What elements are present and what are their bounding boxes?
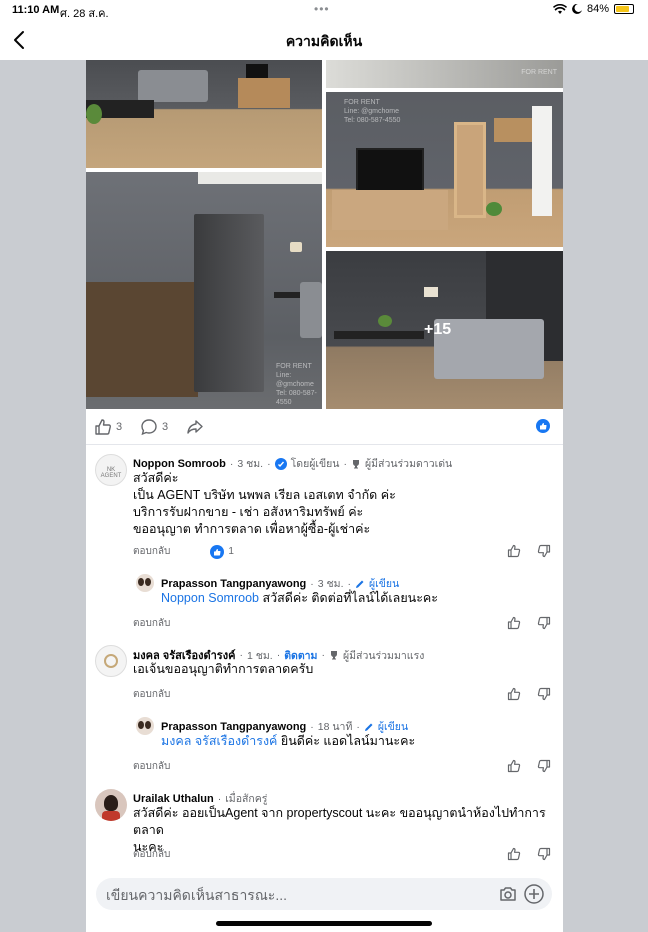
comment-input[interactable]: เขียนความคิดเห็นสาธารณะ... <box>96 878 552 910</box>
comment-count: 3 <box>162 421 169 433</box>
commenter-name[interactable]: Noppon Somroob <box>133 458 226 470</box>
reply-button[interactable]: ตอบกลับ <box>133 847 170 862</box>
mention-link[interactable]: Noppon Somroob <box>161 591 259 605</box>
camera-icon[interactable] <box>498 884 518 904</box>
page-title: ความคิดเห็น <box>285 33 363 49</box>
nav-bar: ความคิดเห็น <box>0 20 648 60</box>
upvote-icon[interactable] <box>507 847 521 861</box>
comment-text: สวัสดีค่ะ ออยเป็นAgent จาก propertyscout… <box>133 806 546 854</box>
avatar[interactable] <box>136 574 154 592</box>
downvote-icon[interactable] <box>537 759 551 773</box>
post-card: FOR RENT FOR RENT Line: @gmchome Tel: 080-… <box>86 60 563 932</box>
downvote-icon[interactable] <box>537 616 551 630</box>
photo-dining-sofa[interactable]: +15 <box>326 251 563 409</box>
share-arrow-icon <box>187 420 203 434</box>
comment-footer: ตอบกลับ <box>133 616 170 631</box>
commenter-name[interactable]: Urailak Uthalun <box>133 793 214 805</box>
pencil-icon <box>364 723 373 731</box>
photo-tv-room[interactable]: FOR RENT Line: @gmchome Tel: 080-587-4550 <box>326 92 563 247</box>
reaction-like-icon[interactable] <box>536 419 550 433</box>
multitask-dots-icon[interactable]: ••• <box>314 2 330 16</box>
downvote-icon[interactable] <box>537 687 551 701</box>
reply-button[interactable]: ตอบกลับ <box>133 616 170 631</box>
upvote-icon[interactable] <box>507 544 521 558</box>
avatar[interactable] <box>95 645 127 677</box>
avatar[interactable] <box>136 717 154 735</box>
watermark: FOR RENT <box>521 69 557 76</box>
photo-kitchen-top[interactable]: FOR RENT <box>326 60 563 88</box>
status-bar: 11:10 AM ศ. 28 ส.ค. ••• 84% <box>0 0 648 20</box>
comment-item: Urailak Uthalun · เมื่อสักครู่ สวัสดีค่ะ… <box>86 787 563 867</box>
reply-item: Prapasson Tangpanyawong · 3 ชม. · ผู้เขี… <box>86 572 563 634</box>
watermark: FOR RENT Line: @gmchome Tel: 080-587-4550 <box>344 99 401 124</box>
vote-controls <box>507 759 551 773</box>
trophy-icon <box>352 459 359 468</box>
commenter-name[interactable]: Prapasson Tangpanyawong <box>161 578 306 590</box>
mention-link[interactable]: มงคล จรัสเรืองดำรงค์ <box>161 734 277 748</box>
downvote-icon[interactable] <box>537 847 551 861</box>
like-button[interactable]: 3 <box>94 418 122 436</box>
comment-text: มงคล จรัสเรืองดำรงค์ ยินดีค่ะ แอดไลน์มาน… <box>161 734 416 748</box>
wifi-icon <box>552 3 567 14</box>
comment-item: NK AGENT Noppon Somroob · 3 ชม. · โดยผู้… <box>86 452 563 562</box>
comment-placeholder: เขียนความคิดเห็นสาธารณะ... <box>106 887 287 903</box>
vote-controls <box>507 544 551 558</box>
pencil-icon <box>356 580 364 588</box>
photo-living-room[interactable] <box>86 60 322 168</box>
watermark: FOR RENT Line: @gmchome Tel: 080-587-4550 <box>276 363 317 406</box>
badge-label: ผู้มีส่วนร่วมมาแรง <box>342 649 425 662</box>
share-button[interactable] <box>186 418 204 436</box>
reaction-count: 1 <box>228 546 234 557</box>
comment-footer: ตอบกลับ <box>133 687 170 702</box>
comment-footer: ตอบกลับ <box>133 759 170 774</box>
home-indicator[interactable] <box>216 921 432 926</box>
downvote-icon[interactable] <box>537 544 551 558</box>
vote-controls <box>507 616 551 630</box>
comment-text: Noppon Somroob สวัสดีค่ะ ติดต่อที่ไลน์ได… <box>161 591 438 605</box>
upvote-icon[interactable] <box>507 616 521 630</box>
comment-text: เอเจ้นขออนุญาติทำการตลาดครับ <box>133 662 314 676</box>
vote-controls <box>507 687 551 701</box>
trophy-icon <box>330 651 337 660</box>
comment-text: สวัสดีค่ะ เป็น AGENT บริษัท นพพล เรียล เ… <box>133 471 396 536</box>
commenter-name[interactable]: Prapasson Tangpanyawong <box>161 721 306 733</box>
add-attachment-icon[interactable] <box>523 883 545 905</box>
photo-grid: FOR RENT FOR RENT Line: @gmchome Tel: 080-… <box>86 60 563 409</box>
reaction-summary[interactable]: 1 <box>210 544 234 559</box>
comment-composer: เขียนความคิดเห็นสาธารณะ... <box>86 868 563 932</box>
comment-item: มงคล จรัสเรืองดำรงค์ · 1 ชม. · ติดตาม · … <box>86 643 563 705</box>
reply-item: Prapasson Tangpanyawong · 18 นาที · ผู้เ… <box>86 715 563 777</box>
comment-button[interactable]: 3 <box>140 418 168 436</box>
reply-button[interactable]: ตอบกลับ <box>133 759 170 774</box>
comment-footer: ตอบกลับ <box>133 847 170 862</box>
thumbs-up-icon <box>95 419 111 435</box>
upvote-icon[interactable] <box>507 687 521 701</box>
post-actions: 3 3 <box>86 409 563 445</box>
more-photos-count: +15 <box>424 321 452 338</box>
avatar[interactable]: NK AGENT <box>95 454 127 486</box>
status-time: 11:10 AM <box>12 4 60 16</box>
reply-button[interactable]: ตอบกลับ <box>133 544 170 559</box>
moon-icon <box>572 4 582 14</box>
vote-controls <box>507 847 551 861</box>
like-reaction-icon <box>210 544 225 559</box>
photo-fridge[interactable]: FOR RENT Line: @gmchome Tel: 080-587-4550 <box>86 172 322 409</box>
comment-footer: ตอบกลับ 1 <box>133 544 234 559</box>
avatar[interactable] <box>95 789 127 821</box>
battery-icon <box>614 4 634 14</box>
upvote-icon[interactable] <box>507 759 521 773</box>
comment-bubble-icon <box>141 419 157 436</box>
reply-button[interactable]: ตอบกลับ <box>133 687 170 702</box>
battery-percent: 84% <box>586 3 609 15</box>
like-count: 3 <box>116 421 123 433</box>
author-badge-icon <box>274 457 287 470</box>
